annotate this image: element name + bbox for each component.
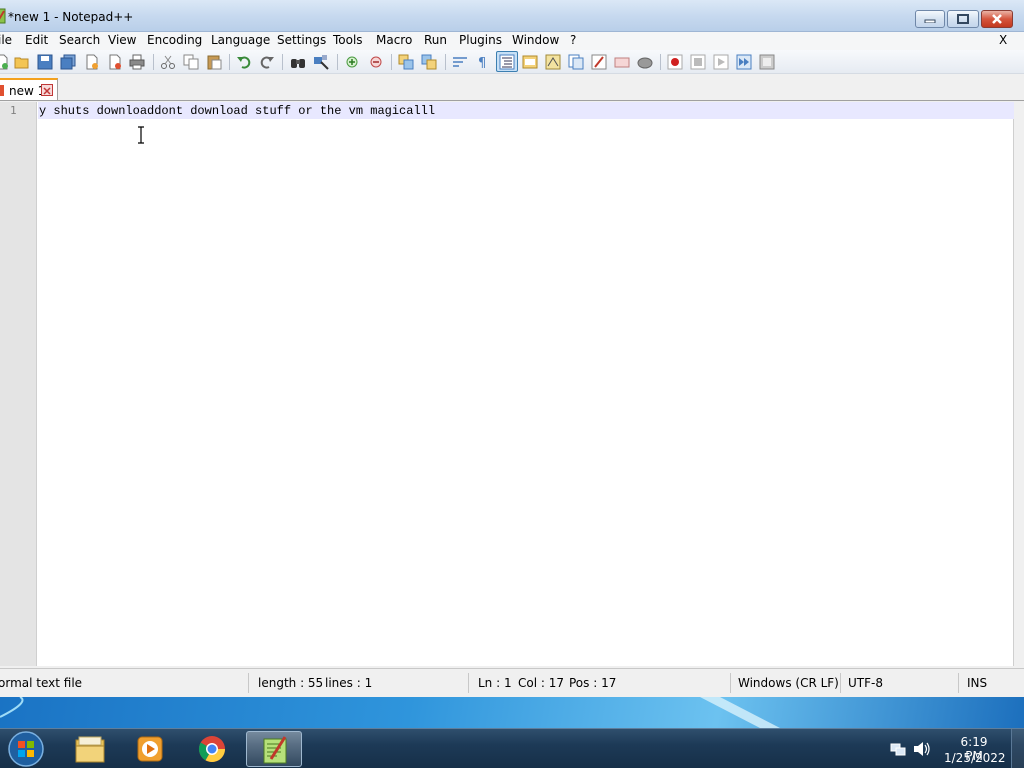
line-number-gutter: 1 — [0, 102, 37, 666]
tab-close-button[interactable] — [41, 84, 53, 96]
save-all-icon[interactable] — [60, 54, 76, 70]
close-all-icon[interactable] — [107, 54, 123, 70]
menu-window[interactable]: Window — [512, 33, 559, 47]
monitoring-icon[interactable] — [614, 54, 630, 70]
menu-encoding[interactable]: Encoding — [147, 33, 202, 47]
chrome-icon — [198, 736, 226, 763]
menu-language[interactable]: Language — [211, 33, 270, 47]
sync-vertical-icon[interactable] — [398, 54, 414, 70]
editor-text-line[interactable]: y shuts downloaddont download stuff or t… — [39, 104, 435, 118]
new-file-icon[interactable] — [0, 54, 10, 70]
undo-icon[interactable] — [236, 54, 252, 70]
clock-date[interactable]: 1/25/2022 — [944, 751, 1006, 765]
close-icon — [992, 14, 1002, 24]
folder-workspace-icon[interactable] — [591, 54, 607, 70]
sync-horizontal-icon[interactable] — [421, 54, 437, 70]
status-line-number: Ln : 1 — [478, 676, 512, 690]
stop-macro-icon[interactable] — [690, 54, 706, 70]
minimize-button[interactable] — [915, 10, 945, 28]
network-icon[interactable] — [890, 741, 906, 757]
desktop-wallpaper-swoosh — [0, 697, 780, 728]
tab-bar: new 1 — [0, 75, 1024, 101]
status-insert-mode[interactable]: INS — [967, 676, 987, 690]
start-button[interactable] — [7, 730, 45, 768]
indent-guide-icon — [499, 54, 515, 70]
taskbar: 6:19 PM 1/25/2022 — [0, 728, 1024, 768]
find-icon[interactable] — [290, 54, 306, 70]
play-macro-icon[interactable] — [713, 54, 729, 70]
status-eol-format[interactable]: Windows (CR LF) — [738, 676, 839, 690]
menu-run[interactable]: Run — [424, 33, 447, 47]
replace-icon[interactable] — [313, 54, 329, 70]
word-wrap-icon[interactable] — [452, 54, 468, 70]
save-icon[interactable] — [37, 54, 53, 70]
close-window-button[interactable] — [981, 10, 1013, 28]
menu-bar: ile Edit Search View Encoding Language S… — [0, 32, 1024, 50]
cut-icon[interactable] — [160, 54, 176, 70]
windows-logo-icon — [8, 731, 44, 767]
zoom-out-icon[interactable] — [368, 54, 384, 70]
cloud-icon[interactable] — [637, 54, 653, 70]
title-bar[interactable]: *new 1 - Notepad++ — [0, 0, 1024, 32]
language-icon[interactable] — [522, 54, 538, 70]
status-file-type: ormal text file — [0, 676, 83, 690]
menu-view[interactable]: View — [108, 33, 136, 47]
status-length: length : 55 — [258, 676, 324, 690]
notepad-app-icon — [0, 8, 6, 24]
redo-icon[interactable] — [259, 54, 275, 70]
unsaved-file-icon — [0, 85, 4, 96]
status-position: Pos : 17 — [569, 676, 617, 690]
status-lines: lines : 1 — [325, 676, 373, 690]
folder-icon — [75, 736, 105, 763]
tab-new-1[interactable]: new 1 — [0, 78, 58, 100]
status-bar: ormal text file length : 55 lines : 1 Ln… — [0, 668, 1024, 697]
menu-edit[interactable]: Edit — [25, 33, 48, 47]
toolbar: ¶ — [0, 50, 1024, 74]
media-player-icon — [137, 736, 163, 762]
minimize-icon — [924, 19, 936, 23]
function-list-icon[interactable] — [568, 54, 584, 70]
svg-text:¶: ¶ — [478, 56, 486, 70]
status-column: Col : 17 — [518, 676, 564, 690]
menu-tools[interactable]: Tools — [333, 33, 363, 47]
record-macro-icon[interactable] — [667, 54, 683, 70]
desktop-background — [0, 697, 1024, 728]
zoom-in-icon[interactable] — [344, 54, 360, 70]
status-encoding[interactable]: UTF-8 — [848, 676, 883, 690]
line-number: 1 — [10, 104, 17, 117]
taskbar-media-player-button[interactable] — [122, 731, 178, 767]
show-desktop-button[interactable] — [1011, 729, 1024, 768]
menu-search[interactable]: Search — [59, 33, 100, 47]
restore-icon — [957, 14, 969, 24]
doc-map-icon[interactable] — [545, 54, 561, 70]
text-cursor-icon — [138, 126, 144, 144]
menu-plugins[interactable]: Plugins — [459, 33, 502, 47]
notepad-plus-plus-window: *new 1 - Notepad++ ile Edit Search View … — [0, 0, 1024, 700]
taskbar-chrome-button[interactable] — [184, 731, 240, 767]
close-icon — [43, 87, 51, 95]
copy-icon[interactable] — [183, 54, 199, 70]
restore-button[interactable] — [947, 10, 979, 28]
run-macro-multiple-icon[interactable] — [736, 54, 752, 70]
window-title: *new 1 - Notepad++ — [8, 10, 134, 24]
vertical-scrollbar[interactable] — [1014, 102, 1024, 666]
print-icon[interactable] — [129, 54, 145, 70]
open-file-icon[interactable] — [14, 54, 30, 70]
taskbar-explorer-button[interactable] — [62, 731, 118, 767]
tab-label: new 1 — [9, 84, 46, 98]
close-icon[interactable] — [84, 54, 100, 70]
indent-guide-toggle[interactable] — [496, 51, 518, 72]
notepad-plus-plus-icon — [263, 736, 287, 764]
menu-macro[interactable]: Macro — [376, 33, 412, 47]
menu-help[interactable]: ? — [570, 33, 576, 47]
volume-icon[interactable] — [913, 741, 931, 757]
menu-settings[interactable]: Settings — [277, 33, 326, 47]
save-macro-icon[interactable] — [759, 54, 775, 70]
editor-area[interactable]: 1 y shuts downloaddont download stuff or… — [0, 102, 1014, 666]
taskbar-notepad-plus-plus-button[interactable] — [246, 731, 302, 767]
show-all-chars-icon[interactable]: ¶ — [475, 54, 491, 70]
close-document-button[interactable]: X — [999, 33, 1007, 47]
paste-icon[interactable] — [206, 54, 222, 70]
menu-file[interactable]: ile — [0, 33, 12, 47]
